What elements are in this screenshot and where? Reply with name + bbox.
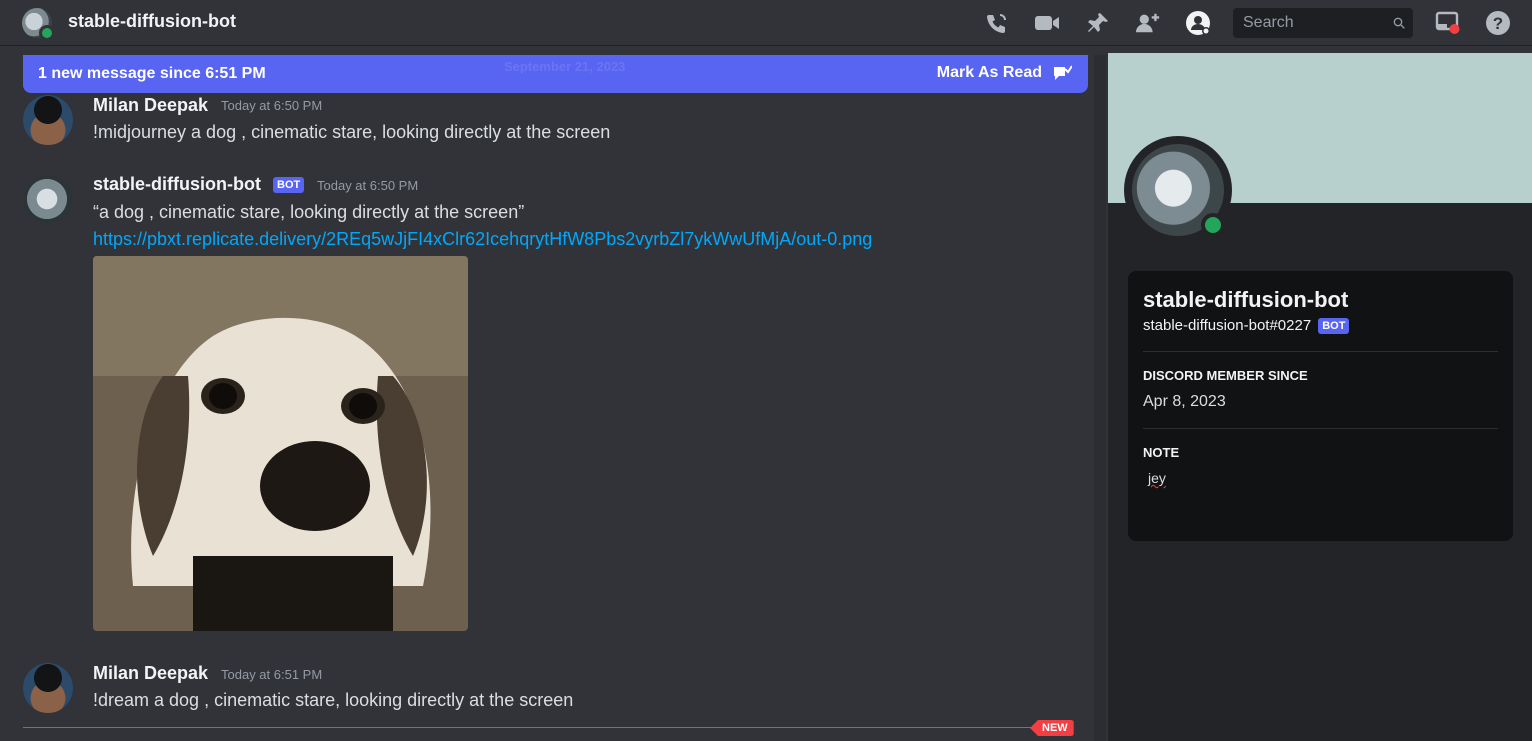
message-content: !dream a dog , cinematic stare, looking …: [93, 690, 574, 710]
bot-badge: BOT: [1318, 317, 1350, 334]
profile-avatar[interactable]: [1124, 136, 1232, 244]
divider: [1143, 351, 1498, 352]
message-timestamp: Today at 6:50 PM: [317, 178, 419, 193]
generated-dog-image[interactable]: [93, 256, 468, 631]
profile-card: stable-diffusion-bot stable-diffusion-bo…: [1128, 271, 1513, 541]
help-icon[interactable]: ?: [1485, 10, 1511, 36]
user-profile-panel: stable-diffusion-bot stable-diffusion-bo…: [1108, 53, 1532, 741]
profile-name: stable-diffusion-bot: [1143, 287, 1349, 312]
divider: [1143, 428, 1498, 429]
new-messages-bar[interactable]: 1 new message since 6:51 PM September 21…: [23, 55, 1088, 93]
inbox-icon[interactable]: [1435, 10, 1461, 36]
channel-title: stable-diffusion-bot: [68, 11, 236, 31]
pin-icon[interactable]: [1085, 10, 1111, 36]
chat-area: 1 new message since 6:51 PM September 21…: [0, 47, 1094, 741]
date-divider: September 21, 2023: [504, 59, 626, 74]
new-messages-divider: [23, 727, 1058, 728]
message-author[interactable]: Milan Deepak: [93, 95, 208, 116]
mark-read-icon: [1054, 65, 1072, 80]
profile-username[interactable]: stable-diffusion-bot#0227: [1143, 317, 1311, 334]
svg-text:?: ?: [1493, 14, 1503, 33]
member-since-heading: DISCORD MEMBER SINCE: [1143, 368, 1308, 383]
video-icon[interactable]: [1034, 10, 1060, 36]
threads-icon[interactable]: [984, 10, 1010, 36]
message-item[interactable]: stable-diffusion-bot BOT Today at 6:50 P…: [0, 174, 1090, 634]
add-member-icon[interactable]: [1135, 10, 1161, 36]
message-timestamp: Today at 6:51 PM: [221, 667, 323, 682]
message-timestamp: Today at 6:50 PM: [221, 98, 323, 113]
note-heading: NOTE: [1143, 445, 1180, 460]
profile-tag-row: stable-diffusion-bot#0227 BOT: [1143, 317, 1498, 334]
online-status-indicator: [1201, 213, 1225, 237]
message-content: !midjourney a dog , cinematic stare, loo…: [93, 122, 611, 142]
search-bar[interactable]: [1233, 8, 1413, 38]
channel-header: stable-diffusion-bot ?: [0, 0, 1532, 46]
bot-avatar[interactable]: [22, 8, 55, 41]
dog-image-illustration: [93, 256, 468, 631]
bot-badge: BOT: [273, 177, 305, 193]
online-status-indicator: [39, 25, 55, 41]
member-since-date: Apr 8, 2023: [1143, 393, 1226, 410]
chat-scrollbar[interactable]: [1094, 55, 1106, 741]
new-messages-text: 1 new message since 6:51 PM: [38, 65, 266, 82]
message-author[interactable]: stable-diffusion-bot: [93, 174, 261, 195]
new-badge: NEW: [1030, 720, 1074, 736]
note-field[interactable]: jey: [1143, 470, 1498, 486]
search-input[interactable]: [1241, 13, 1385, 33]
mark-as-read-button[interactable]: Mark As Read: [937, 64, 1072, 82]
message-author[interactable]: Milan Deepak: [93, 663, 208, 684]
user-avatar[interactable]: [23, 95, 73, 145]
message-content: “a dog , cinematic stare, looking direct…: [93, 202, 525, 222]
search-icon: [1393, 17, 1405, 29]
bot-avatar[interactable]: [23, 174, 73, 224]
mark-as-read-label: Mark As Read: [936, 64, 1042, 81]
image-link[interactable]: https://pbxt.replicate.delivery/2REq5wJj…: [93, 229, 872, 250]
profile-icon[interactable]: [1185, 10, 1211, 36]
user-avatar[interactable]: [23, 663, 73, 713]
